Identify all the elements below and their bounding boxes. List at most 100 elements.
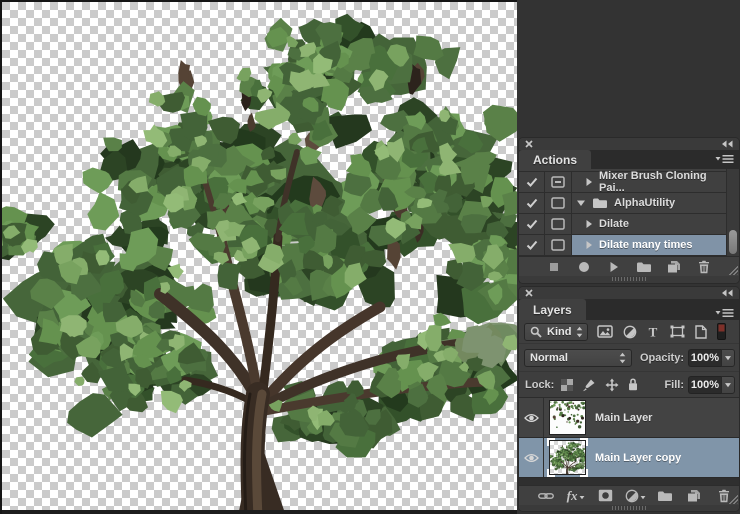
adjustment-icon[interactable] — [620, 487, 650, 505]
action-check-icon[interactable] — [519, 193, 545, 213]
action-name: Dilate many times — [599, 239, 693, 251]
type-filter-icon[interactable] — [647, 326, 659, 338]
lock-transparency-icon[interactable] — [561, 379, 573, 391]
action-row[interactable]: Mixer Brush Cloning Pai... — [519, 172, 726, 193]
layers-group-bar — [519, 287, 739, 299]
folder-icon[interactable] — [629, 261, 659, 273]
actions-toolbar — [519, 256, 739, 276]
action-check-icon[interactable] — [519, 172, 545, 192]
search-icon — [530, 326, 542, 338]
lock-pixels-icon[interactable] — [582, 378, 596, 392]
trash-icon[interactable] — [689, 260, 719, 274]
blend-mode-value: Normal — [530, 352, 568, 364]
close-icon[interactable] — [525, 140, 533, 148]
visibility-eye-icon[interactable] — [519, 398, 544, 437]
panel-dock: Actions Mixer Brush Cloning Pai... — [517, 0, 740, 514]
kind-label: Kind — [547, 326, 571, 338]
expand-arrow-icon[interactable] — [585, 177, 593, 187]
drag-grip-icon[interactable] — [612, 277, 646, 281]
layer-name[interactable]: Main Layer — [595, 412, 652, 424]
action-row-selected[interactable]: Dilate many times — [519, 235, 726, 256]
expand-arrow-icon[interactable] — [585, 219, 593, 229]
opacity-label: Opacity: — [640, 352, 684, 364]
kind-filter-select[interactable]: Kind — [524, 323, 588, 341]
lock-row: Lock: Fill: 100% — [519, 371, 739, 398]
tree-artwork — [2, 2, 517, 514]
resize-grip-icon[interactable] — [727, 264, 738, 275]
layer-thumbnail-selected[interactable] — [550, 441, 585, 474]
group-icon[interactable] — [650, 490, 680, 502]
dialog-toggle-icon[interactable] — [545, 172, 572, 192]
action-set-row[interactable]: AlphaUtility — [519, 193, 726, 214]
blend-mode-select[interactable]: Normal — [524, 349, 632, 367]
panel-menu-icon[interactable] — [715, 305, 734, 323]
fill-dropdown-icon[interactable] — [721, 376, 735, 394]
record-icon[interactable] — [569, 261, 599, 273]
lock-label: Lock: — [525, 379, 554, 391]
opacity-value[interactable]: 100% — [688, 349, 721, 367]
action-check-icon[interactable] — [519, 214, 545, 234]
pixel-filter-icon[interactable] — [597, 325, 613, 338]
tab-layers[interactable]: Layers — [519, 299, 586, 320]
tab-actions[interactable]: Actions — [519, 150, 591, 169]
layer-name[interactable]: Main Layer copy — [595, 452, 681, 464]
spinner-arrows-icon — [619, 352, 626, 364]
scrollbar[interactable] — [726, 169, 739, 257]
layers-toolbar: fx — [519, 485, 739, 505]
fill-control: 100% — [688, 376, 735, 394]
stop-icon[interactable] — [539, 262, 569, 272]
panel-menu-icon[interactable] — [715, 154, 734, 164]
layer-row-selected[interactable]: Main Layer copy — [519, 438, 739, 478]
opacity-control: 100% — [688, 349, 735, 367]
filter-toggle-icon[interactable] — [717, 323, 726, 340]
folder-icon — [592, 197, 608, 209]
layers-panel: Layers Kind — [519, 287, 739, 511]
visibility-eye-icon[interactable] — [519, 438, 544, 477]
lock-position-icon[interactable] — [605, 378, 619, 392]
layer-thumbnail[interactable] — [550, 401, 585, 434]
drag-grip-icon[interactable] — [612, 506, 646, 510]
lock-all-icon[interactable] — [628, 378, 638, 391]
dialog-toggle-box[interactable] — [545, 214, 572, 234]
dock-empty-area — [519, 0, 739, 138]
add-mask-icon[interactable] — [590, 489, 620, 502]
panel-edge[interactable] — [519, 276, 739, 283]
layer-filter-row: Kind — [519, 320, 739, 343]
action-set-name: AlphaUtility — [614, 197, 675, 209]
layers-tab-strip: Layers — [519, 299, 739, 320]
spinner-arrows-icon — [576, 326, 583, 338]
actions-tab-strip: Actions — [519, 150, 739, 169]
actions-list: Mixer Brush Cloning Pai... AlphaUtility — [519, 169, 739, 256]
play-icon[interactable] — [599, 261, 629, 273]
action-row[interactable]: Dilate — [519, 214, 726, 235]
actions-panel: Actions Mixer Brush Cloning Pai... — [519, 138, 739, 283]
smart-object-filter-icon[interactable] — [695, 325, 707, 339]
layer-row[interactable]: Main Layer — [519, 398, 739, 438]
new-action-icon[interactable] — [659, 260, 689, 273]
link-icon[interactable] — [531, 492, 561, 500]
new-layer-icon[interactable] — [680, 489, 710, 502]
fill-value[interactable]: 100% — [688, 376, 721, 394]
close-icon[interactable] — [525, 289, 533, 297]
layer-list: Main Layer Main Layer copy — [519, 398, 739, 485]
document-canvas[interactable] — [0, 0, 517, 514]
actions-group-bar — [519, 138, 739, 150]
blend-mode-row: Normal Opacity: 100% — [519, 343, 739, 371]
dialog-toggle-box[interactable] — [545, 193, 572, 213]
fx-icon[interactable]: fx — [561, 487, 591, 505]
collapse-panel-icon[interactable] — [721, 289, 733, 297]
panel-edge[interactable] — [519, 505, 739, 511]
action-name: Mixer Brush Cloning Pai... — [599, 170, 726, 194]
scrollbar-thumb[interactable] — [729, 230, 737, 254]
photoshop-workspace: Actions Mixer Brush Cloning Pai... — [0, 0, 740, 514]
action-check-icon[interactable] — [519, 235, 545, 255]
action-name: Dilate — [599, 218, 629, 230]
shape-filter-icon[interactable] — [670, 325, 685, 338]
dialog-toggle-box[interactable] — [545, 235, 572, 255]
expand-arrow-icon[interactable] — [585, 240, 593, 250]
canvas-bottom-edge — [2, 510, 517, 514]
opacity-dropdown-icon[interactable] — [721, 349, 735, 367]
collapse-panel-icon[interactable] — [721, 140, 733, 148]
collapse-arrow-icon[interactable] — [576, 199, 586, 207]
adjustment-filter-icon[interactable] — [623, 325, 637, 339]
